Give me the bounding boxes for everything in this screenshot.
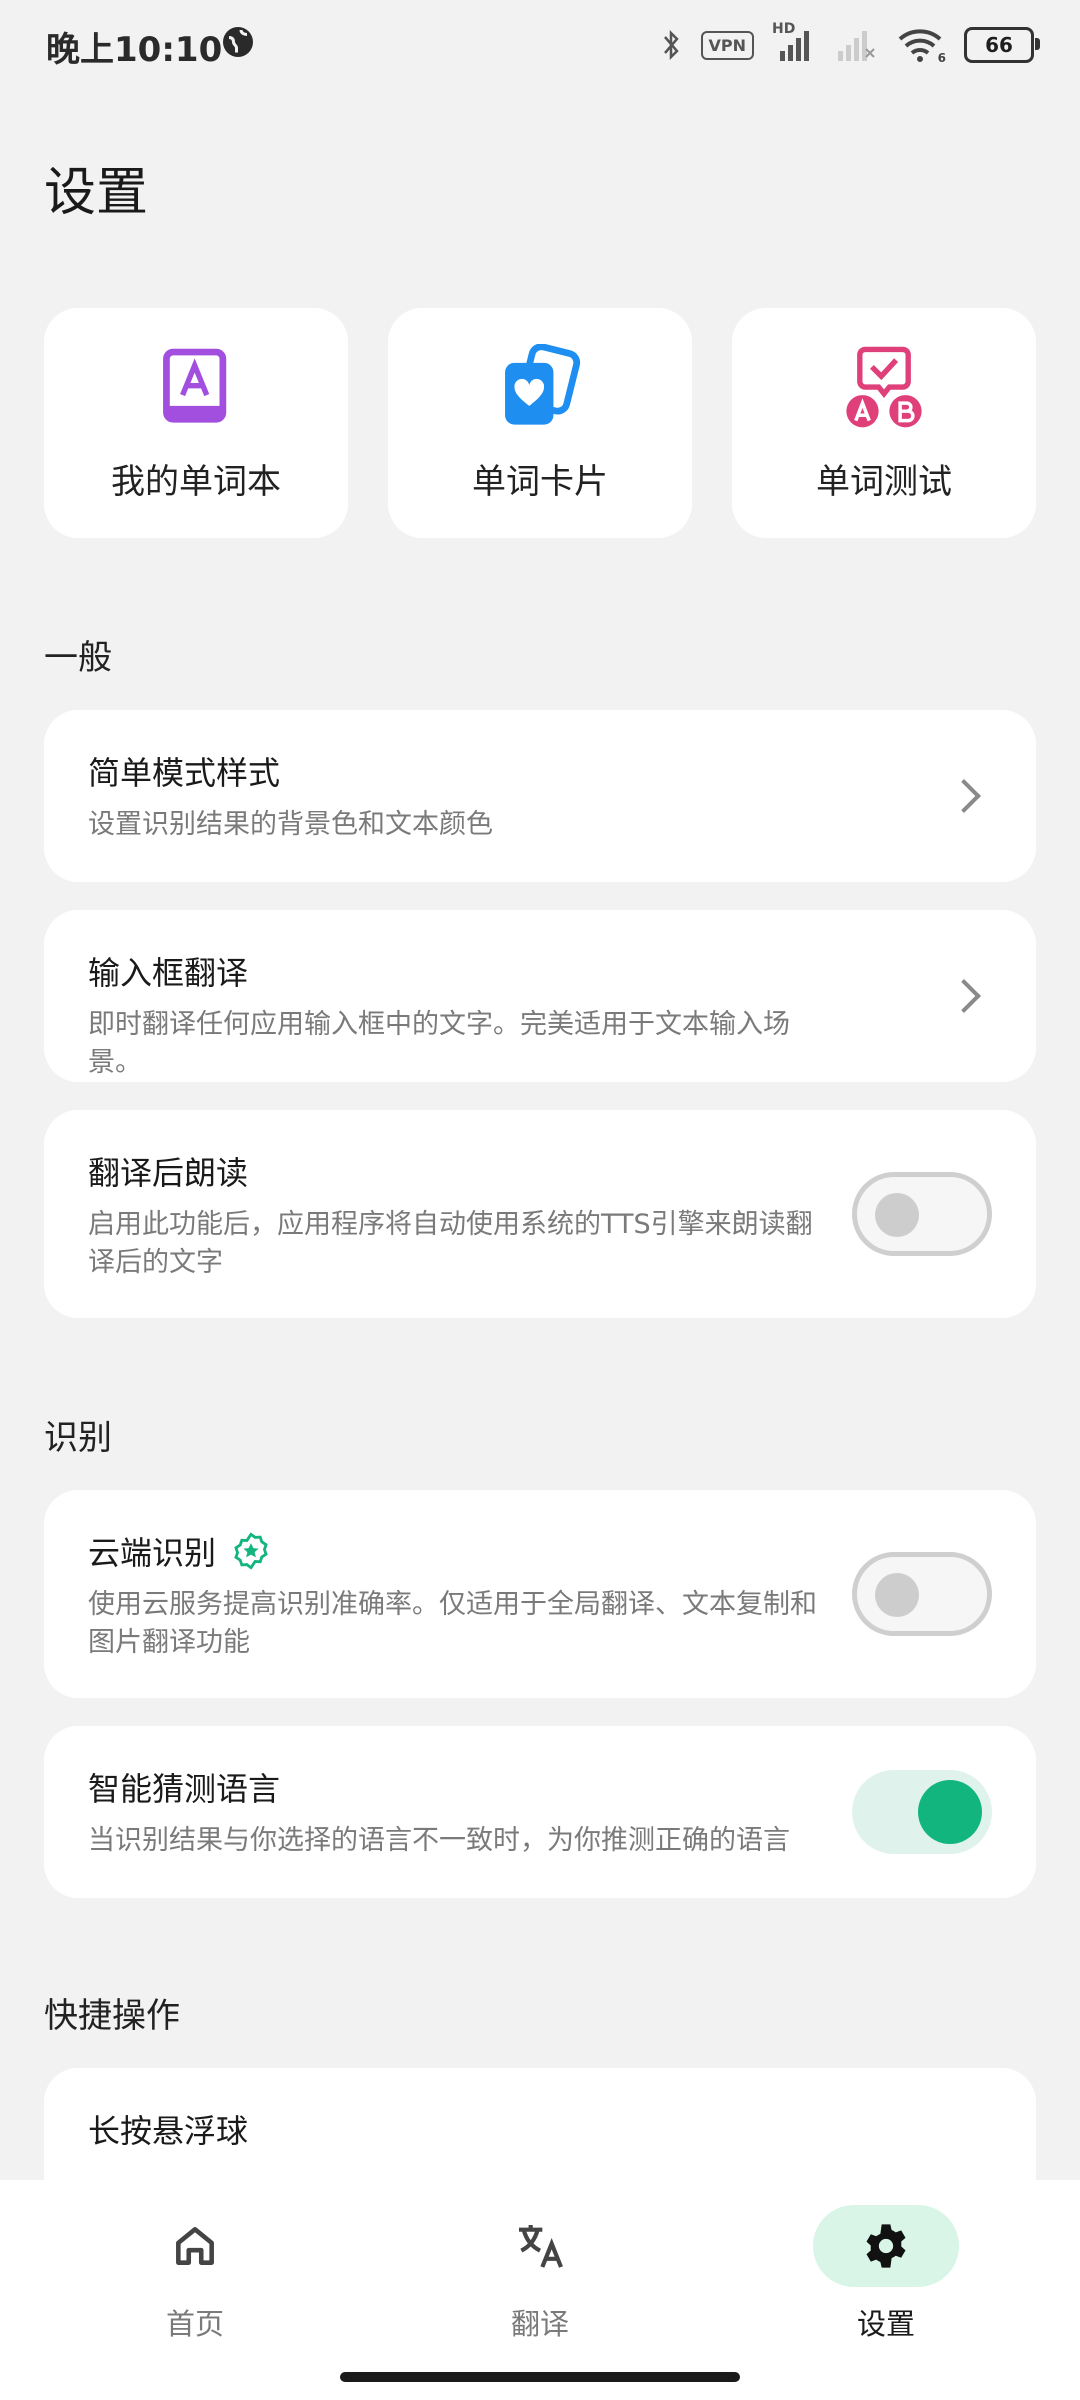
nav-home[interactable]: 首页 — [95, 2205, 295, 2343]
wordbook-label: 我的单词本 — [111, 461, 281, 502]
nav-label: 翻译 — [510, 2307, 569, 2341]
page-title: 设置 — [44, 163, 149, 223]
section-general: 一般 — [44, 638, 112, 678]
nav-translate[interactable]: 翻译 — [440, 2205, 640, 2343]
section-shortcuts: 快捷操作 — [44, 1996, 180, 2036]
status-bar: 晚上10:10 VPN HD 6 66 — [0, 0, 1080, 90]
signal-icon: HD — [772, 21, 816, 65]
premium-badge-icon — [234, 1532, 268, 1570]
read-after-toggle[interactable] — [852, 1172, 992, 1256]
nav-icon-wrap — [122, 2205, 268, 2287]
nav-settings[interactable]: 设置 — [786, 2205, 986, 2343]
setting-simple-mode[interactable]: 简单模式样式 设置识别结果的背景色和文本颜色 — [44, 710, 1036, 882]
nav-label: 首页 — [165, 2307, 224, 2341]
battery-icon: 66 — [964, 27, 1040, 63]
gear-icon — [866, 2224, 906, 2268]
setting-title: 简单模式样式 — [88, 754, 281, 792]
toggle-knob — [918, 1780, 982, 1844]
word-test-icon — [846, 346, 922, 427]
nav-icon-wrap — [467, 2205, 613, 2287]
status-time: 晚上10:10 — [46, 30, 223, 70]
word-test-card[interactable]: 单词测试 — [732, 308, 1036, 538]
signal-off-icon — [838, 31, 875, 61]
word-test-label: 单词测试 — [816, 461, 952, 502]
setting-title: 输入框翻译 — [88, 954, 249, 992]
quick-cards: 我的单词本 单词卡片 单词测试 — [44, 308, 1036, 538]
nav-label: 设置 — [856, 2307, 915, 2341]
status-icons: VPN HD 6 66 — [659, 20, 1040, 70]
setting-desc: 启用此功能后，应用程序将自动使用系统的TTS引擎来朗读翻译后的文字 — [88, 1209, 813, 1278]
toggle-knob — [875, 1193, 919, 1237]
setting-desc: 当识别结果与你选择的语言不一致时，为你推测正确的语言 — [88, 1825, 790, 1856]
setting-desc: 设置识别结果的背景色和文本颜色 — [88, 809, 493, 840]
setting-title-row: 云端识别 — [88, 1528, 992, 1574]
translate-icon — [519, 2225, 563, 2268]
section-recognition: 识别 — [44, 1418, 112, 1458]
word-cards-icon — [505, 343, 581, 425]
setting-desc: 即时翻译任何应用输入框中的文字。完美适用于文本输入场景。 — [88, 1009, 790, 1078]
wordbook-icon — [163, 348, 227, 423]
cloud-ocr-toggle[interactable] — [852, 1552, 992, 1636]
globe-icon — [223, 27, 253, 57]
word-cards-label: 单词卡片 — [472, 461, 608, 502]
home-icon — [176, 2227, 214, 2265]
setting-title: 长按悬浮球 — [88, 2112, 249, 2150]
setting-desc: 使用云服务提高识别准确率。仅适用于全局翻译、文本复制和图片翻译功能 — [88, 1589, 817, 1658]
toggle-knob — [875, 1573, 919, 1617]
wordbook-card[interactable]: 我的单词本 — [44, 308, 348, 538]
wifi-sub-label: 6 — [937, 51, 946, 65]
setting-read-after: 翻译后朗读 启用此功能后，应用程序将自动使用系统的TTS引擎来朗读翻译后的文字 — [44, 1110, 1036, 1318]
setting-cloud-ocr: 云端识别 使用云服务提高识别准确率。仅适用于全局翻译、文本复制和图片翻译功能 — [44, 1490, 1036, 1698]
vpn-badge: VPN — [700, 30, 754, 60]
setting-input-translate[interactable]: 输入框翻译 即时翻译任何应用输入框中的文字。完美适用于文本输入场景。 — [44, 910, 1036, 1082]
wifi-icon: 6 — [896, 25, 946, 65]
setting-title: 云端识别 — [88, 1534, 217, 1572]
word-cards-card[interactable]: 单词卡片 — [388, 308, 692, 538]
setting-smart-lang: 智能猜测语言 当识别结果与你选择的语言不一致时，为你推测正确的语言 — [44, 1726, 1036, 1898]
nav-icon-wrap — [813, 2205, 959, 2287]
setting-title: 翻译后朗读 — [88, 1154, 249, 1192]
bluetooth-icon — [663, 29, 679, 61]
smart-lang-toggle[interactable] — [852, 1770, 992, 1854]
home-indicator[interactable] — [340, 2372, 740, 2382]
bottom-nav: 首页 翻译 设置 — [0, 2180, 1080, 2400]
